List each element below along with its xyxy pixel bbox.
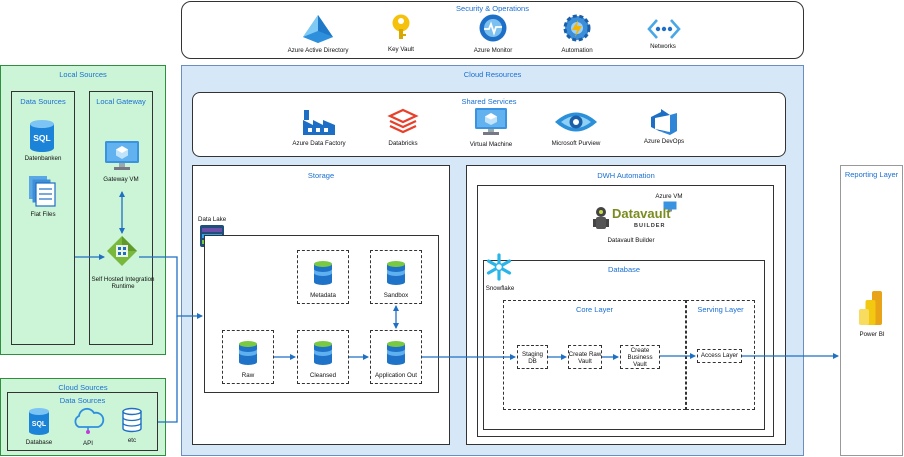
ir-to-datalake-arrow	[139, 256, 203, 319]
connector-layer	[75, 191, 839, 423]
cloud-sources-to-datalake-arrow	[158, 316, 178, 423]
